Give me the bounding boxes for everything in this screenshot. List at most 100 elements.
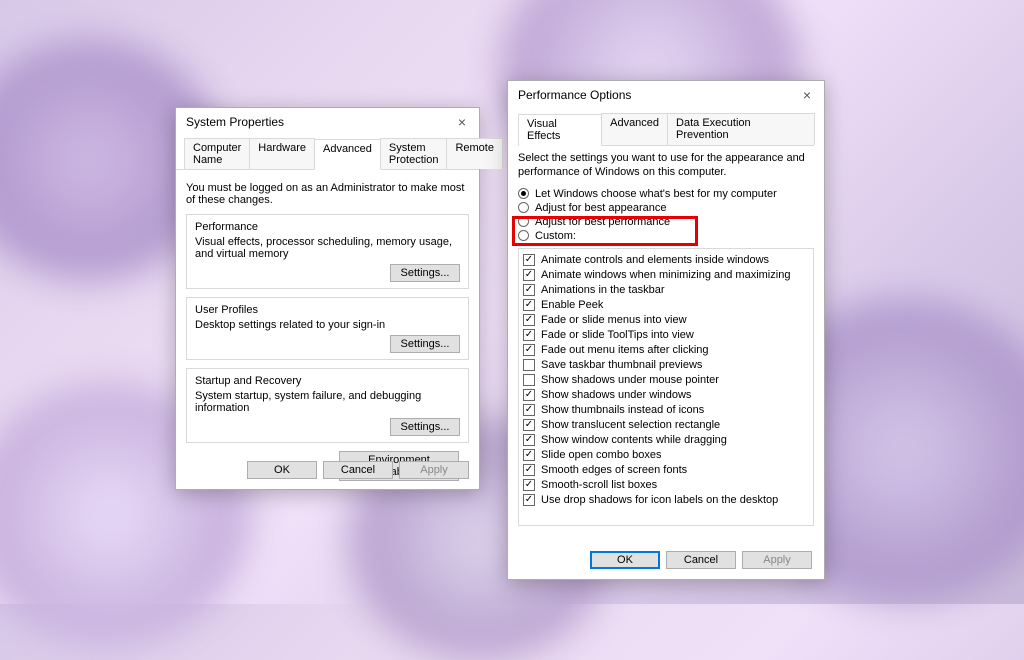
check-label: Animations in the taskbar: [541, 283, 665, 298]
tab-advanced[interactable]: Advanced: [314, 139, 381, 170]
radio-let-windows-choose[interactable]: Let Windows choose what's best for my co…: [518, 188, 814, 200]
check-row[interactable]: Fade or slide ToolTips into view: [523, 328, 809, 343]
radio-label: Let Windows choose what's best for my co…: [535, 188, 777, 200]
check-label: Use drop shadows for icon labels on the …: [541, 493, 778, 508]
performance-options-titlebar[interactable]: Performance Options ×: [508, 81, 824, 109]
check-label: Animate controls and elements inside win…: [541, 253, 769, 268]
checkbox-icon[interactable]: [523, 494, 535, 506]
system-properties-titlebar[interactable]: System Properties ×: [176, 108, 479, 136]
radio-icon: [518, 202, 529, 213]
check-label: Enable Peek: [541, 298, 603, 313]
checkbox-icon[interactable]: [523, 404, 535, 416]
radio-icon: [518, 216, 529, 227]
check-row[interactable]: Show translucent selection rectangle: [523, 418, 809, 433]
tab-computer-name[interactable]: Computer Name: [184, 138, 250, 169]
check-label: Save taskbar thumbnail previews: [541, 358, 702, 373]
checkbox-icon[interactable]: [523, 449, 535, 461]
group-performance-desc: Visual effects, processor scheduling, me…: [195, 236, 460, 260]
check-row[interactable]: Fade out menu items after clicking: [523, 343, 809, 358]
checkbox-icon[interactable]: [523, 329, 535, 341]
checkbox-icon[interactable]: [523, 434, 535, 446]
radio-custom[interactable]: Custom:: [518, 230, 814, 242]
check-row[interactable]: Show thumbnails instead of icons: [523, 403, 809, 418]
check-label: Smooth edges of screen fonts: [541, 463, 687, 478]
radio-label: Adjust for best appearance: [535, 202, 666, 214]
checkbox-icon[interactable]: [523, 269, 535, 281]
radio-label: Custom:: [535, 230, 576, 242]
checkbox-icon[interactable]: [523, 254, 535, 266]
tab-hardware[interactable]: Hardware: [249, 138, 315, 169]
radio-icon: [518, 188, 529, 199]
check-label: Show window contents while dragging: [541, 433, 727, 448]
checkbox-icon[interactable]: [523, 359, 535, 371]
checkbox-icon[interactable]: [523, 344, 535, 356]
checkbox-icon[interactable]: [523, 419, 535, 431]
tab-visual-effects[interactable]: Visual Effects: [518, 114, 602, 146]
check-row[interactable]: Use drop shadows for icon labels on the …: [523, 493, 809, 508]
performance-options-tabs: Visual Effects Advanced Data Execution P…: [518, 113, 814, 146]
radio-best-appearance[interactable]: Adjust for best appearance: [518, 202, 814, 214]
tab-advanced-perf[interactable]: Advanced: [601, 113, 668, 145]
perfopt-cancel-button[interactable]: Cancel: [666, 551, 736, 569]
check-row[interactable]: Enable Peek: [523, 298, 809, 313]
checkbox-icon[interactable]: [523, 479, 535, 491]
check-label: Smooth-scroll list boxes: [541, 478, 657, 493]
tab-dep[interactable]: Data Execution Prevention: [667, 113, 815, 145]
check-label: Show translucent selection rectangle: [541, 418, 720, 433]
check-row[interactable]: Slide open combo boxes: [523, 448, 809, 463]
visual-effects-checklist[interactable]: Animate controls and elements inside win…: [518, 248, 814, 526]
check-row[interactable]: Show shadows under windows: [523, 388, 809, 403]
check-label: Slide open combo boxes: [541, 448, 661, 463]
check-label: Animate windows when minimizing and maxi…: [541, 268, 790, 283]
group-performance-legend: Performance: [195, 221, 460, 233]
performance-options-actions: OK Cancel Apply: [590, 551, 812, 569]
check-label: Fade or slide menus into view: [541, 313, 687, 328]
radio-icon: [518, 230, 529, 241]
check-row[interactable]: Show window contents while dragging: [523, 433, 809, 448]
performance-options-title: Performance Options: [518, 88, 631, 102]
check-row[interactable]: Show shadows under mouse pointer: [523, 373, 809, 388]
group-startup-recovery-desc: System startup, system failure, and debu…: [195, 390, 460, 414]
group-user-profiles-desc: Desktop settings related to your sign-in: [195, 319, 460, 331]
sysprop-apply-button[interactable]: Apply: [399, 461, 469, 479]
system-properties-dialog: System Properties × Computer Name Hardwa…: [175, 107, 480, 490]
check-row[interactable]: Save taskbar thumbnail previews: [523, 358, 809, 373]
checkbox-icon[interactable]: [523, 374, 535, 386]
close-icon[interactable]: ×: [796, 81, 818, 109]
sysprop-ok-button[interactable]: OK: [247, 461, 317, 479]
perfopt-apply-button[interactable]: Apply: [742, 551, 812, 569]
system-properties-title: System Properties: [186, 115, 284, 129]
check-label: Show shadows under windows: [541, 388, 691, 403]
performance-options-dialog: Performance Options × Visual Effects Adv…: [507, 80, 825, 580]
check-row[interactable]: Fade or slide menus into view: [523, 313, 809, 328]
checkbox-icon[interactable]: [523, 389, 535, 401]
check-row[interactable]: Animate windows when minimizing and maxi…: [523, 268, 809, 283]
radio-best-performance[interactable]: Adjust for best performance: [518, 216, 814, 228]
perfopt-ok-button[interactable]: OK: [590, 551, 660, 569]
sysprop-cancel-button[interactable]: Cancel: [323, 461, 393, 479]
check-row[interactable]: Animate controls and elements inside win…: [523, 253, 809, 268]
tab-system-protection[interactable]: System Protection: [380, 138, 448, 169]
checkbox-icon[interactable]: [523, 299, 535, 311]
checkbox-icon[interactable]: [523, 284, 535, 296]
check-row[interactable]: Smooth edges of screen fonts: [523, 463, 809, 478]
close-icon[interactable]: ×: [451, 108, 473, 136]
user-profiles-settings-button[interactable]: Settings...: [390, 335, 460, 353]
system-properties-body: You must be logged on as an Administrato…: [176, 170, 479, 487]
perf-radio-group: Let Windows choose what's best for my co…: [518, 188, 814, 242]
system-properties-actions: OK Cancel Apply: [247, 461, 469, 479]
check-row[interactable]: Smooth-scroll list boxes: [523, 478, 809, 493]
group-user-profiles: User Profiles Desktop settings related t…: [186, 297, 469, 360]
tab-remote[interactable]: Remote: [446, 138, 503, 169]
group-startup-recovery: Startup and Recovery System startup, sys…: [186, 368, 469, 443]
check-row[interactable]: Animations in the taskbar: [523, 283, 809, 298]
perf-desc: Select the settings you want to use for …: [518, 152, 814, 180]
group-performance: Performance Visual effects, processor sc…: [186, 214, 469, 289]
checkbox-icon[interactable]: [523, 314, 535, 326]
checkbox-icon[interactable]: [523, 464, 535, 476]
admin-note: You must be logged on as an Administrato…: [186, 182, 469, 206]
check-label: Fade out menu items after clicking: [541, 343, 709, 358]
performance-settings-button[interactable]: Settings...: [390, 264, 460, 282]
startup-recovery-settings-button[interactable]: Settings...: [390, 418, 460, 436]
check-label: Show thumbnails instead of icons: [541, 403, 704, 418]
